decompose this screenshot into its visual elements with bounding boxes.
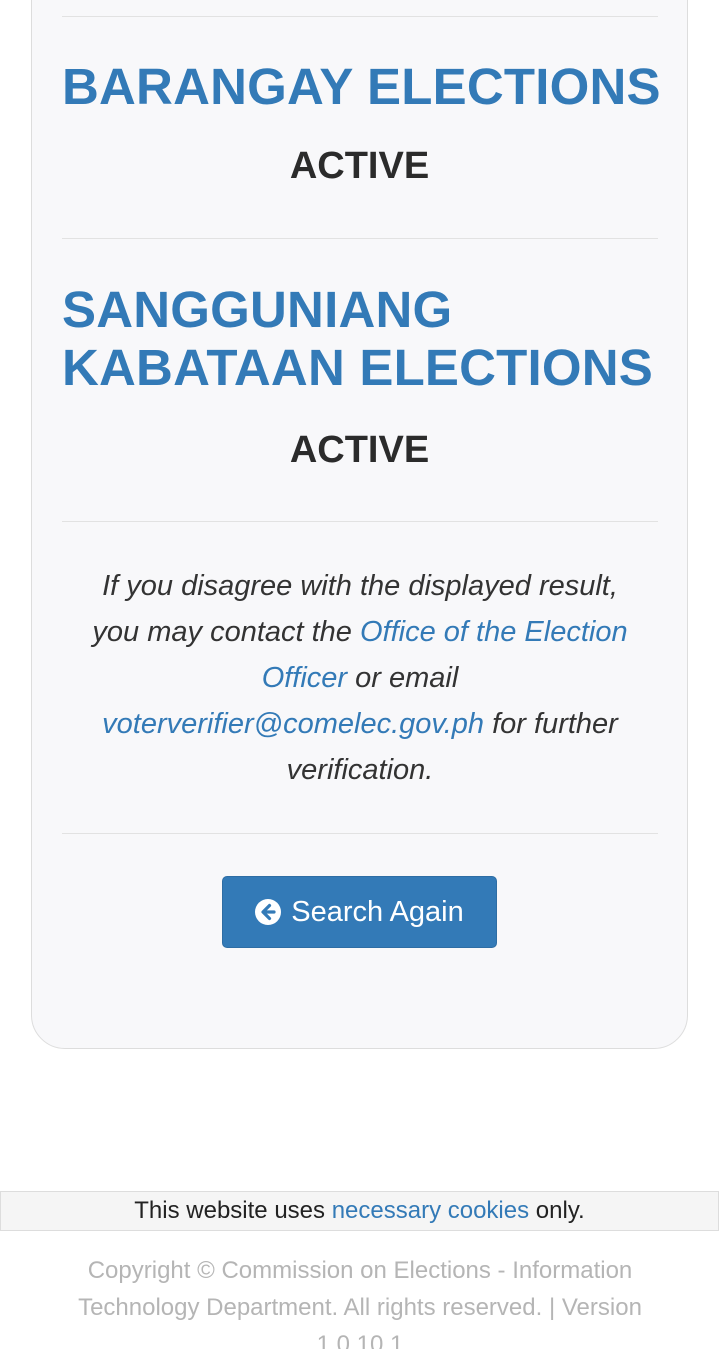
disagree-note: If you disagree with the displayed resul…: [90, 563, 630, 793]
cookie-text-prefix: This website uses: [134, 1197, 332, 1224]
divider: [62, 16, 658, 17]
election-status-barangay: ACTIVE: [289, 145, 430, 187]
note-text-2: or email: [347, 662, 459, 694]
divider: [62, 238, 658, 239]
cookie-notice: This website uses necessary cookies only…: [0, 1191, 719, 1231]
arrow-circle-left-icon: [255, 899, 282, 925]
search-again-label: Search Again: [291, 895, 464, 928]
divider: [62, 833, 658, 834]
election-status-sk: ACTIVE: [289, 429, 430, 471]
footer-copyright: Copyright © Commission on Elections - In…: [78, 1257, 642, 1349]
divider: [62, 521, 658, 522]
cookie-text-suffix: only.: [529, 1197, 585, 1224]
voter-verifier-email-link[interactable]: voterverifier@comelec.gov.ph: [102, 708, 484, 740]
election-title-sk: SANGGUNIANG KABATAAN ELECTIONS: [62, 281, 654, 396]
necessary-cookies-link[interactable]: necessary cookies: [332, 1197, 529, 1224]
page: BARANGAY ELECTIONS ACTIVE SANGGUNIANG KA…: [0, 0, 719, 1349]
search-again-button[interactable]: Search Again: [222, 876, 497, 948]
election-title-barangay: BARANGAY ELECTIONS: [62, 58, 661, 115]
